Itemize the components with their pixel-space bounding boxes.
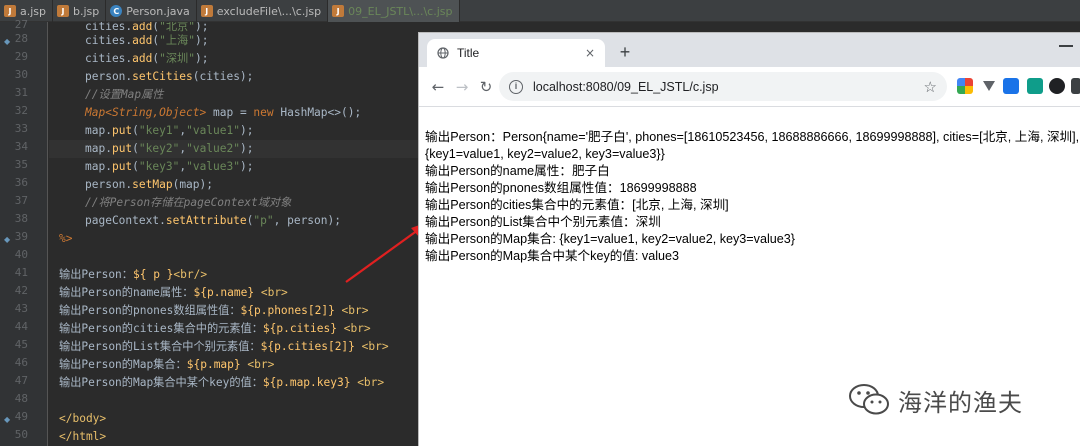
- java-class-icon: C: [110, 5, 123, 17]
- wechat-icon: [849, 384, 889, 415]
- output-line: 输出Person的Map集合: {key1=value1, key2=value…: [425, 232, 795, 246]
- address-bar[interactable]: i localhost:8080/09_EL_JSTL/c.jsp ☆: [499, 72, 947, 101]
- output-line: {key1=value1, key2=value2, key3=value3}}: [425, 147, 665, 161]
- watermark-text: 海洋的渔夫: [898, 388, 1023, 417]
- code-line-49: </body>: [59, 412, 107, 425]
- code-line-35: map.put("key3","value3");: [85, 160, 254, 173]
- line-number: 34: [14, 140, 28, 153]
- code-line-31: //设置Map属性: [85, 88, 164, 101]
- line-number: 42: [14, 284, 28, 297]
- code-line-50: </html>: [59, 430, 107, 443]
- output-line: 输出Person：Person{name='肥子白', phones=[1861…: [425, 130, 1080, 144]
- line-number: 27: [14, 18, 28, 31]
- forward-arrow-icon[interactable]: →: [451, 76, 473, 98]
- editor-tab-el-jstl-c-jsp[interactable]: J 09_EL_JSTL\...\c.jsp: [328, 0, 460, 22]
- editor-tab-label: excludeFile\...\c.jsp: [216, 4, 322, 18]
- jsp-file-icon: J: [4, 5, 16, 17]
- code-line-29: cities.add("深圳");: [85, 52, 209, 65]
- fold-marker-icon[interactable]: ◆: [4, 38, 12, 46]
- output-line: 输出Person的name属性：肥子白: [425, 164, 610, 178]
- editor-tab-label: a.jsp: [20, 4, 47, 18]
- extension-icon[interactable]: [1027, 78, 1043, 94]
- url-text: localhost:8080/09_EL_JSTL/c.jsp: [533, 79, 719, 94]
- code-line-45: 输出Person的List集合中个别元素值：${p.cities[2]} <br…: [59, 340, 389, 353]
- code-line-33: map.put("key1","value1");: [85, 124, 254, 137]
- output-line: 输出Person的cities集合中的元素值：[北京, 上海, 深圳]: [425, 198, 729, 212]
- line-number: 50: [14, 428, 28, 441]
- line-number: 43: [14, 302, 28, 315]
- browser-toolbar: ← → ↻ i localhost:8080/09_EL_JSTL/c.jsp …: [419, 67, 1080, 107]
- editor-tab-label: Person.java: [126, 4, 190, 18]
- browser-tab-title: Title: [457, 46, 480, 60]
- code-line-43: 输出Person的pnones数组属性值：${p.phones[2]} <br>: [59, 304, 369, 317]
- watermark: 海洋的渔夫: [848, 378, 1023, 422]
- line-number: 48: [14, 392, 28, 405]
- code-line-37: //将Person存储在pageContext域对象: [85, 196, 292, 209]
- line-number: 44: [14, 320, 28, 333]
- jsp-file-icon: J: [200, 5, 213, 17]
- line-number: 29: [14, 50, 28, 63]
- bookmark-star-icon[interactable]: ☆: [924, 78, 937, 96]
- line-number: 38: [14, 212, 28, 225]
- editor-tab-person-java[interactable]: C Person.java: [106, 0, 197, 22]
- evernote-extension-icon[interactable]: [1049, 78, 1065, 94]
- line-number: 46: [14, 356, 28, 369]
- output-line: 输出Person的Map集合中某个key的值: value3: [425, 249, 680, 263]
- output-line: 输出Person的pnones数组属性值：18699998888: [425, 181, 697, 195]
- new-tab-button[interactable]: +: [615, 42, 635, 62]
- extension-icon[interactable]: [957, 78, 973, 94]
- code-line-28: cities.add("上海");: [85, 34, 209, 47]
- code-line-47: 输出Person的Map集合中某个key的值：${p.map.key3} <br…: [59, 376, 385, 389]
- line-number: 37: [14, 194, 28, 207]
- line-number-gutter: 27 28 29 30 31 32 33 34 35 36 37 38 39 4…: [0, 18, 48, 446]
- code-line-32: Map<String,Object> map = new HashMap<>()…: [85, 106, 362, 119]
- code-line-30: person.setCities(cities);: [85, 70, 254, 83]
- code-line-46: 输出Person的Map集合：${p.map} <br>: [59, 358, 275, 371]
- editor-tab-bar: J a.jsp J b.jsp C Person.java J excludeF…: [0, 0, 1080, 22]
- minimize-window-button[interactable]: [1059, 45, 1073, 47]
- editor-tab-label: 09_EL_JSTL\...\c.jsp: [348, 4, 453, 18]
- code-line-44: 输出Person的cities集合中的元素值：${p.cities} <br>: [59, 322, 371, 335]
- extension-filter-icon[interactable]: [981, 78, 997, 94]
- editor-tab-b-jsp[interactable]: J b.jsp: [53, 0, 107, 22]
- jsp-file-icon: J: [57, 5, 70, 17]
- line-number: 41: [14, 266, 28, 279]
- code-line-36: person.setMap(map);: [85, 178, 213, 191]
- line-number: 40: [14, 248, 28, 261]
- line-number: 33: [14, 122, 28, 135]
- output-line: 输出Person的List集合中个别元素值：深圳: [425, 215, 661, 229]
- fold-marker-icon[interactable]: ◆: [4, 236, 12, 244]
- line-number: 31: [14, 86, 28, 99]
- browser-tab-strip: Title × +: [419, 33, 1080, 67]
- line-number: 30: [14, 68, 28, 81]
- extension-icon[interactable]: [1003, 78, 1019, 94]
- close-tab-button[interactable]: ×: [585, 46, 595, 60]
- browser-tab[interactable]: Title ×: [427, 39, 605, 67]
- reload-icon[interactable]: ↻: [475, 76, 497, 98]
- line-number: 36: [14, 176, 28, 189]
- editor-tab-excludefile-c-jsp[interactable]: J excludeFile\...\c.jsp: [197, 0, 329, 22]
- line-number: 47: [14, 374, 28, 387]
- editor-tab-label: b.jsp: [73, 4, 100, 18]
- line-number: 35: [14, 158, 28, 171]
- line-number: 45: [14, 338, 28, 351]
- line-number: 32: [14, 104, 28, 117]
- code-line-34: map.put("key2","value2");: [49, 140, 418, 158]
- site-info-icon[interactable]: i: [509, 79, 523, 94]
- fold-marker-icon[interactable]: ◆: [4, 416, 12, 424]
- extension-icon[interactable]: [1071, 78, 1080, 94]
- jsp-file-icon: J: [332, 5, 345, 17]
- globe-icon: [437, 47, 449, 59]
- back-arrow-icon[interactable]: ←: [427, 76, 449, 98]
